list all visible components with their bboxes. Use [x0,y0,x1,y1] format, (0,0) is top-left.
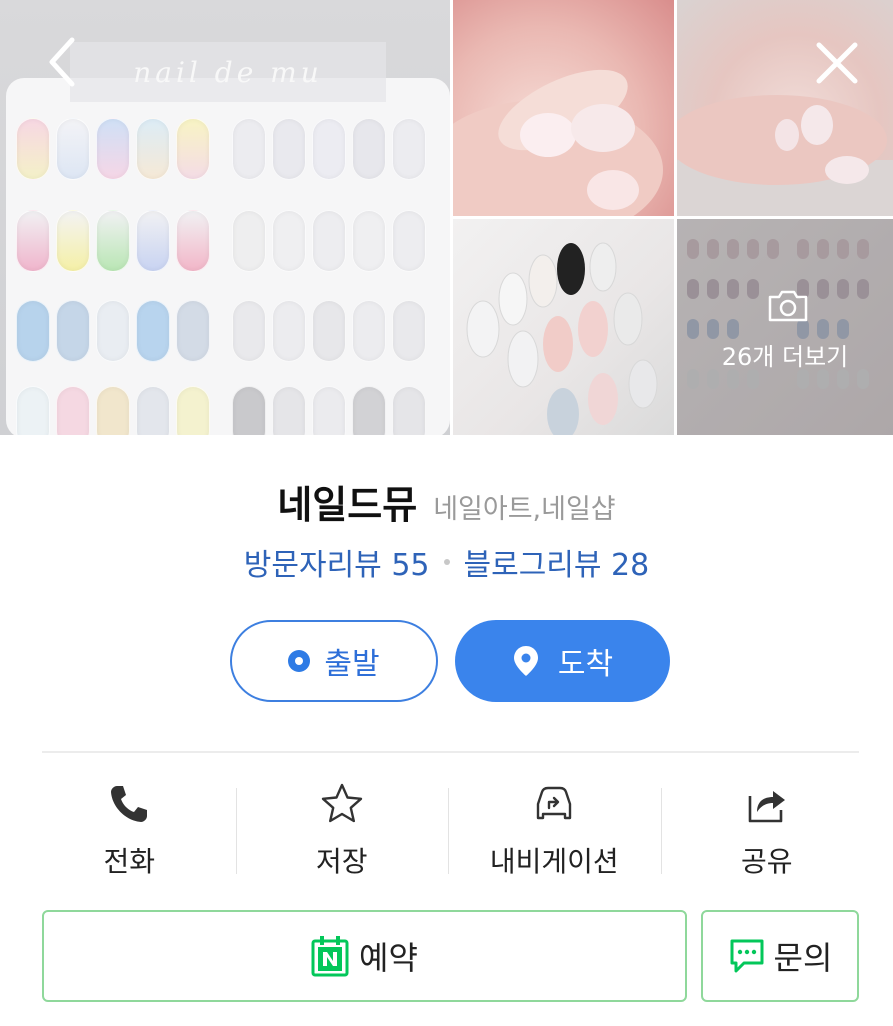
close-icon [816,42,858,84]
share-icon [748,791,785,823]
location-pin-icon [513,646,538,676]
place-name: 네일드뮤 [277,483,418,527]
arrive-button[interactable]: 도착 [455,620,670,702]
place-header: 네일드뮤 네일아트,네일샵 [0,474,893,529]
place-category: 네일아트,네일샵 [433,494,616,525]
phone-icon [111,786,148,822]
save-label: 저장 [315,845,368,878]
more-photos-label: 26개 더보기 [721,343,849,371]
arrive-label: 도착 [557,647,614,682]
back-button[interactable] [44,36,84,88]
blog-reviews-link[interactable]: 블로그리뷰 28 [464,540,650,584]
more-photos-overlay[interactable]: 26개 더보기 [677,219,893,435]
chat-bubble-icon [730,939,764,973]
star-icon [321,783,362,823]
navigation-label: 내비게이션 [489,845,619,878]
navigation-button[interactable]: 내비게이션 [448,770,661,890]
hand-illustration [453,69,663,216]
close-button[interactable] [812,38,862,88]
photo-hand-1[interactable] [453,0,674,216]
reserve-label: 예약 [359,939,418,977]
origin-dot-icon [288,650,311,672]
save-button[interactable]: 저장 [235,770,449,890]
separator-dot [443,559,450,565]
photo-gallery: nail de mu 26개 더보기 [0,0,893,435]
share-label: 공유 [740,845,793,878]
photo-nail-tips[interactable] [453,219,674,435]
camera-icon [768,290,808,322]
nail-tips-illustration [466,242,658,435]
divider [42,751,859,753]
naver-booking-icon [311,936,349,977]
call-label: 전화 [103,845,156,878]
photo-hand-2[interactable] [677,0,893,216]
chevron-left-icon [49,37,75,87]
share-button[interactable]: 공유 [660,770,874,890]
depart-button[interactable]: 출발 [230,620,438,702]
inquiry-label: 문의 [773,939,833,977]
hand-illustration [677,95,893,216]
call-button[interactable]: 전화 [23,770,236,890]
navigation-car-icon [537,786,572,820]
review-summary: 방문자리뷰 55 블로그리뷰 28 [0,540,893,584]
depart-label: 출발 [324,647,380,682]
action-bar: 전화 저장 내비게이션 공유 [23,770,873,890]
inquiry-button[interactable]: 문의 [701,910,859,1002]
nail-tip-tray-image [6,78,450,435]
reserve-button[interactable]: 예약 [42,910,687,1002]
shop-watermark: nail de mu [70,42,386,102]
visitor-reviews-link[interactable]: 방문자리뷰 55 [244,540,430,584]
